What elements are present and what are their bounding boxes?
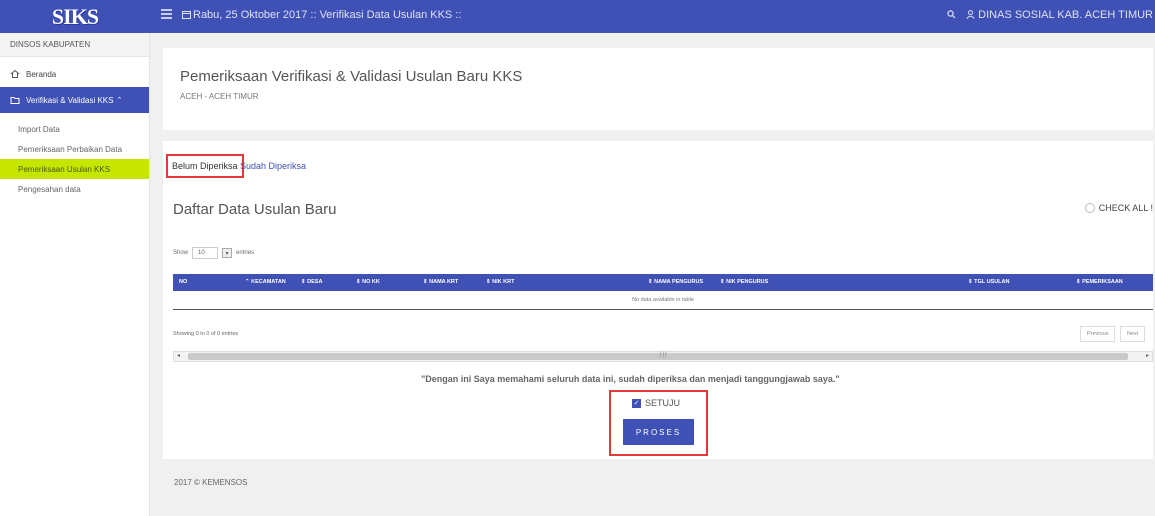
sidebar-header: DINSOS KABUPATEN xyxy=(0,33,149,57)
checkbox-checked-icon[interactable]: ✓ xyxy=(632,398,641,408)
entries-length: Show 10 ▾ entries xyxy=(173,247,254,259)
page-subtitle: ACEH - ACEH TIMUR xyxy=(180,92,259,101)
agree-checkbox[interactable]: ✓ SETUJU xyxy=(632,398,680,408)
table-header: NO ⌃ KECAMATAN ⇕ DESA ⇕ NO KK ⇕ NAMA KRT… xyxy=(173,274,1153,291)
header-title-text: Rabu, 25 Oktober 2017 :: Verifikasi Data… xyxy=(193,9,462,21)
user-menu[interactable]: DINAS SOSIAL KAB. ACEH TIMUR xyxy=(966,9,1153,21)
scroll-left-icon[interactable]: ◂ xyxy=(177,352,180,359)
sidebar-subitem-perbaikan[interactable]: Pemeriksaan Perbaikan Data xyxy=(0,139,149,159)
page-title: Pemeriksaan Verifikasi & Validasi Usulan… xyxy=(180,68,523,85)
column-header-desa[interactable]: ⇕ DESA xyxy=(301,279,322,285)
menu-toggle-icon[interactable] xyxy=(161,9,172,20)
search-icon[interactable] xyxy=(947,10,956,19)
column-header-tgl-usulan[interactable]: ⇕ TGL USULAN xyxy=(968,279,1009,285)
grip-icon: ||| xyxy=(660,352,668,358)
agree-label: SETUJU xyxy=(645,398,681,408)
main-panel: Belum Diperiksa Sudah Diperiksa Daftar D… xyxy=(163,141,1153,459)
sidebar-item-beranda[interactable]: Beranda xyxy=(0,61,149,87)
header-right: DINAS SOSIAL KAB. ACEH TIMUR xyxy=(947,9,1153,21)
brand-logo[interactable]: SIKS xyxy=(0,0,150,33)
footer: 2017 © KEMENSOS xyxy=(174,478,248,487)
entries-label: entries xyxy=(236,250,255,256)
column-header-nik-pengurus[interactable]: ⇕ NIK PENGURUS xyxy=(720,279,768,285)
column-header-nama-krt[interactable]: ⇕ NAMA KRT xyxy=(423,279,458,285)
tab-sudah-diperiksa[interactable]: Sudah Diperiksa xyxy=(240,154,306,178)
column-header-nik-krt[interactable]: ⇕ NIK KRT xyxy=(486,279,514,285)
column-header-nama-pengurus[interactable]: ⇕ NAMA PENGURUS xyxy=(648,279,703,285)
show-label: Show xyxy=(173,250,189,256)
home-icon xyxy=(10,69,20,78)
calendar-icon xyxy=(182,11,191,19)
scrollbar-thumb[interactable] xyxy=(188,353,1128,360)
page-header: Pemeriksaan Verifikasi & Validasi Usulan… xyxy=(163,48,1153,130)
entries-select[interactable]: 10 xyxy=(192,247,219,259)
chevron-down-icon[interactable]: ▾ xyxy=(222,248,233,258)
horizontal-scrollbar[interactable]: ◂ ||| ▸ xyxy=(173,351,1153,362)
column-header-nokk[interactable]: ⇕ NO KK xyxy=(356,279,380,285)
folder-icon xyxy=(10,97,20,104)
check-all-toggle[interactable]: CHECK ALL ! xyxy=(1084,203,1153,213)
sidebar-subitem-import[interactable]: Import Data xyxy=(0,119,149,139)
header-title: Rabu, 25 Oktober 2017 :: Verifikasi Data… xyxy=(182,9,461,21)
main-content: Pemeriksaan Verifikasi & Validasi Usulan… xyxy=(150,33,1155,516)
previous-button[interactable]: Previous xyxy=(1080,326,1116,342)
top-bar: SIKS Rabu, 25 Oktober 2017 :: Verifikasi… xyxy=(0,0,1155,33)
check-all-label: CHECK ALL ! xyxy=(1098,203,1153,213)
sidebar-item-verifikasi[interactable]: Verifikasi & Validasi KKS ⌃ xyxy=(0,87,149,113)
brand-text: SIKS xyxy=(51,3,99,29)
table-info: Showing 0 to 0 of 0 entries xyxy=(173,331,239,337)
confirmation-highlight: ✓ SETUJU PROSES xyxy=(609,390,708,456)
empty-table-message: No data available in table xyxy=(173,291,1153,310)
tab-belum-diperiksa[interactable]: Belum Diperiksa xyxy=(166,154,244,178)
sidebar-item-label: Beranda xyxy=(26,69,57,79)
column-header-pemeriksaan[interactable]: ⇕ PEMERIKSAAN xyxy=(1076,279,1123,285)
next-button[interactable]: Next xyxy=(1120,326,1146,342)
confirmation-statement: "Dengan ini Saya memahami seluruh data i… xyxy=(421,374,840,384)
user-name: DINAS SOSIAL KAB. ACEH TIMUR xyxy=(978,9,1153,21)
user-icon xyxy=(966,10,975,19)
list-title: Daftar Data Usulan Baru xyxy=(173,201,337,218)
proses-button[interactable]: PROSES xyxy=(623,419,694,445)
column-header-kecamatan[interactable]: ⌃ KECAMATAN xyxy=(245,279,286,285)
scroll-right-icon[interactable]: ▸ xyxy=(1146,352,1149,359)
sidebar-item-label: Verifikasi & Validasi KKS xyxy=(26,95,114,105)
sidebar-subitem-usulan[interactable]: Pemeriksaan Usulan KKS xyxy=(0,159,149,179)
radio-icon[interactable] xyxy=(1084,203,1095,213)
sidebar: DINSOS KABUPATEN Beranda Verifikasi & Va… xyxy=(0,33,150,516)
sidebar-subitem-pengesahan[interactable]: Pengesahan data xyxy=(0,179,149,199)
column-header-no[interactable]: NO xyxy=(179,279,187,285)
chevron-down-icon: ⌃ xyxy=(116,97,123,104)
